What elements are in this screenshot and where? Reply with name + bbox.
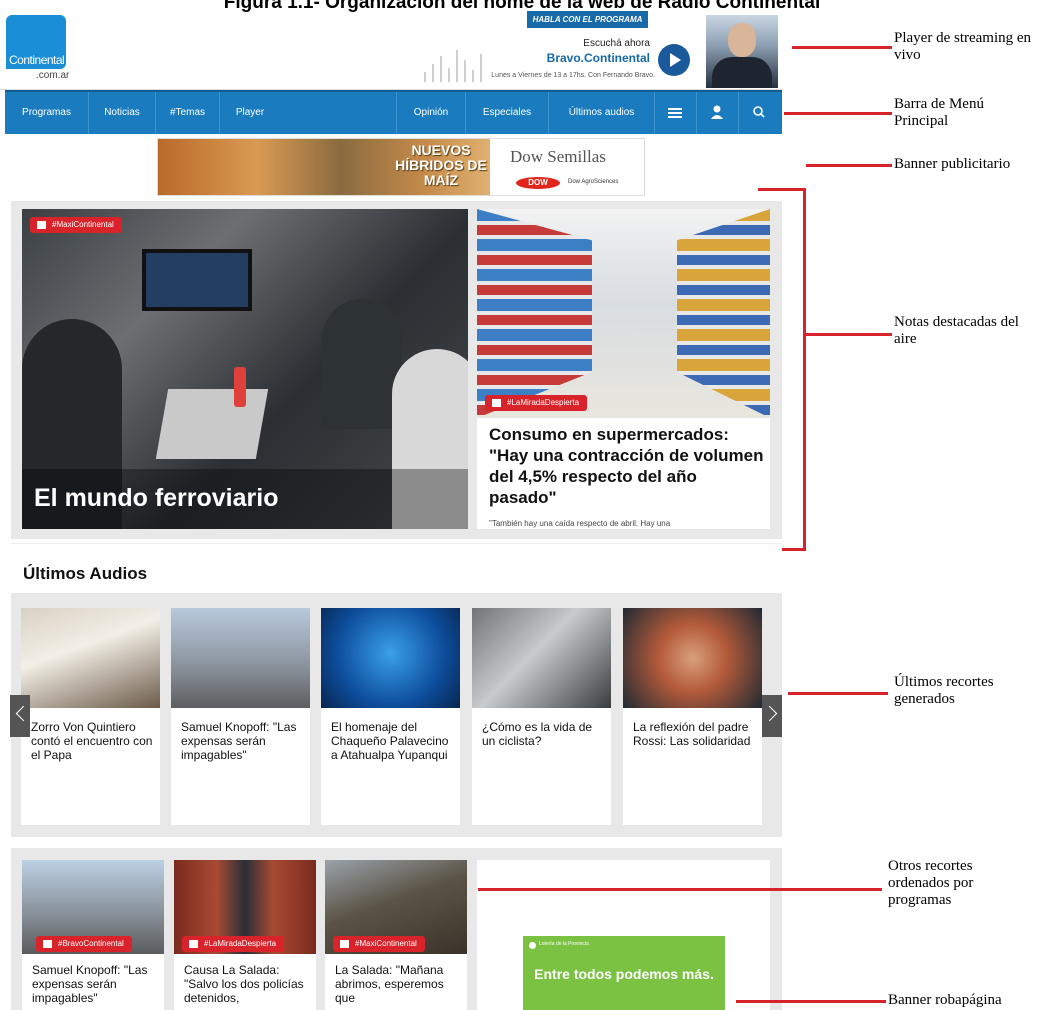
audio-thumbnail (472, 608, 611, 708)
program-tag[interactable]: #MaxiContinental (333, 936, 425, 952)
program-tag[interactable]: #MaxiContinental (30, 217, 122, 233)
audio-title[interactable]: Zorro Von Quintiero contó el encuentro c… (31, 720, 155, 762)
nav-item-noticias[interactable]: Noticias (89, 92, 156, 134)
annotation-line (736, 1000, 886, 1003)
annotation-line (784, 112, 892, 115)
robapagina-brand: Lotería de la Provincia (529, 941, 589, 949)
program-clip-card[interactable]: #BravoContinental Samuel Knopoff: "Las e… (22, 860, 164, 1010)
annotation-destacadas: Notas destacadas del aire (894, 314, 1019, 347)
program-clip-card[interactable]: #LaMiradaDespierta Causa La Salada: "Sal… (174, 860, 316, 1010)
featured-side-story[interactable]: #LaMiradaDespierta Consumo en supermerca… (477, 209, 770, 529)
audio-card[interactable]: El homenaje del Chaqueño Palavecino a At… (321, 608, 460, 825)
annotation-line (758, 188, 806, 191)
program-tag[interactable]: #LaMiradaDespierta (182, 936, 285, 952)
nav-item-player[interactable]: Player (220, 92, 280, 134)
logo-name: Continental (9, 53, 65, 67)
ad-brand: Dow Semillas (510, 147, 606, 166)
audio-thumbnail (21, 608, 160, 708)
program-tag[interactable]: #LaMiradaDespierta (485, 395, 588, 411)
audio-title[interactable]: ¿Cómo es la vida de un ciclista? (482, 720, 606, 748)
audio-title[interactable]: Samuel Knopoff: "Las expensas serán impa… (181, 720, 305, 762)
annotation-line (806, 333, 892, 336)
schedule-text: Lunes a Viernes de 13 a 17hs. Con Fernan… (491, 72, 655, 79)
main-menu-bar: Programas Noticias #Temas Player Opinión… (5, 90, 782, 134)
search-icon[interactable] (738, 92, 778, 134)
annotation-menu: Barra de Menú Principal (894, 96, 984, 129)
dow-logo: DOW (516, 177, 560, 189)
robapagina-message: Entre todos podemos más. (534, 966, 714, 982)
nav-item-opinion[interactable]: Opinión (396, 92, 466, 134)
featured-side-excerpt: "También hay una caída respecto de abril… (489, 519, 671, 528)
annotation-banner: Banner publicitario (894, 156, 1011, 172)
annotation-line (792, 46, 892, 49)
nav-item-programas[interactable]: Programas (5, 92, 89, 134)
annotation-recortes: Últimos recortes generados (894, 674, 994, 707)
user-icon[interactable] (696, 92, 736, 134)
play-icon[interactable] (658, 44, 690, 76)
audio-title[interactable]: El homenaje del Chaqueño Palavecino a At… (331, 720, 455, 762)
featured-side-title[interactable]: Consumo en supermercados: "Hay una contr… (489, 424, 764, 508)
robapagina-slot: Lotería de la Provincia Entre todos pode… (477, 860, 770, 1010)
audio-thumbnail (321, 608, 460, 708)
clip-title[interactable]: Samuel Knopoff: "Las expensas serán impa… (32, 963, 162, 1005)
nav-item-ultimos-audios[interactable]: Últimos audios (549, 92, 654, 134)
ad-sub-brand: Dow AgroSciences (568, 179, 619, 185)
program-clip-card[interactable]: #MaxiContinental La Salada: "Mañana abri… (325, 860, 467, 1010)
station-name[interactable]: Bravo.Continental (500, 51, 650, 65)
nav-item-especiales[interactable]: Especiales (466, 92, 549, 134)
carousel-prev-arrow-icon[interactable] (10, 695, 30, 737)
annotation-player: Player de streaming en vivo (894, 30, 1032, 63)
audio-thumbnail (623, 608, 762, 708)
annotation-otros: Otros recortes ordenados por programas (888, 858, 974, 908)
clip-title[interactable]: Causa La Salada: "Salvo los dos policías… (184, 963, 314, 1005)
supermarket-photo (477, 209, 770, 418)
ultimos-audios-header: Últimos Audios (11, 543, 782, 591)
website-screenshot: Continental .com.ar HABLA CON EL PROGRAM… (0, 0, 782, 1010)
annotation-line (788, 692, 888, 695)
annotation-line (806, 164, 892, 167)
robapagina-banner[interactable]: Lotería de la Provincia Entre todos pode… (523, 936, 725, 1010)
ad-banner[interactable]: NUEVOS HÍBRIDOS DE MAÍZ Dow Semillas DOW… (157, 138, 645, 196)
hamburger-icon[interactable] (654, 92, 694, 134)
carousel-next-arrow-icon[interactable] (762, 695, 782, 737)
audio-card[interactable]: Samuel Knopoff: "Las expensas serán impa… (171, 608, 310, 825)
audio-thumbnail (171, 608, 310, 708)
featured-main-title[interactable]: El mundo ferroviario (34, 484, 278, 513)
nav-item-temas[interactable]: #Temas (156, 92, 220, 134)
clip-title[interactable]: La Salada: "Mañana abrimos, esperemos qu… (335, 963, 465, 1005)
annotation-line (803, 188, 806, 550)
annotation-line (782, 548, 806, 551)
ad-headline: NUEVOS HÍBRIDOS DE MAÍZ (395, 142, 487, 188)
annotation-line (478, 888, 882, 891)
audio-card[interactable]: Zorro Von Quintiero contó el encuentro c… (21, 608, 160, 825)
figure-title: Figura 1.1- Organización del home de la … (223, 0, 821, 13)
host-photo (706, 15, 778, 88)
audio-title[interactable]: La reflexión del padre Rossi: Las solida… (633, 720, 757, 748)
escucha-label: Escuchá ahora (583, 38, 650, 49)
program-tag[interactable]: #BravoContinental (36, 936, 132, 952)
featured-main-story[interactable]: #MaxiContinental El mundo ferroviario (22, 209, 468, 529)
audio-card[interactable]: ¿Cómo es la vida de un ciclista? (472, 608, 611, 825)
annotation-robapagina: Banner robapágina (888, 992, 1002, 1008)
audio-card[interactable]: La reflexión del padre Rossi: Las solida… (623, 608, 762, 825)
site-logo[interactable]: Continental .com.ar (6, 15, 70, 81)
section-heading: Últimos Audios (23, 564, 148, 583)
logo-tld: .com.ar (36, 70, 70, 81)
